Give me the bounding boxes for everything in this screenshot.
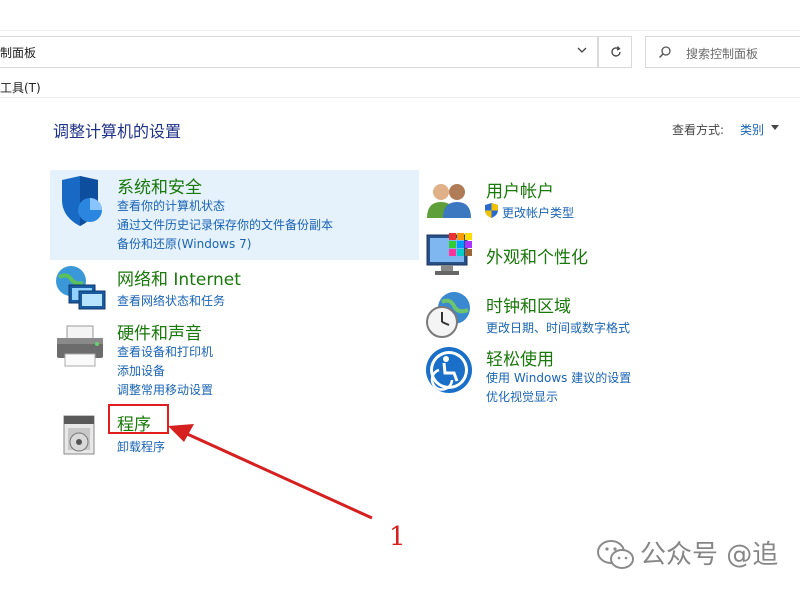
watermark: 公众号 @追 xyxy=(640,540,779,570)
annotation-number: 1 xyxy=(389,522,406,552)
annotation-arrow xyxy=(168,424,373,520)
wechat-logo-icon xyxy=(597,540,634,569)
